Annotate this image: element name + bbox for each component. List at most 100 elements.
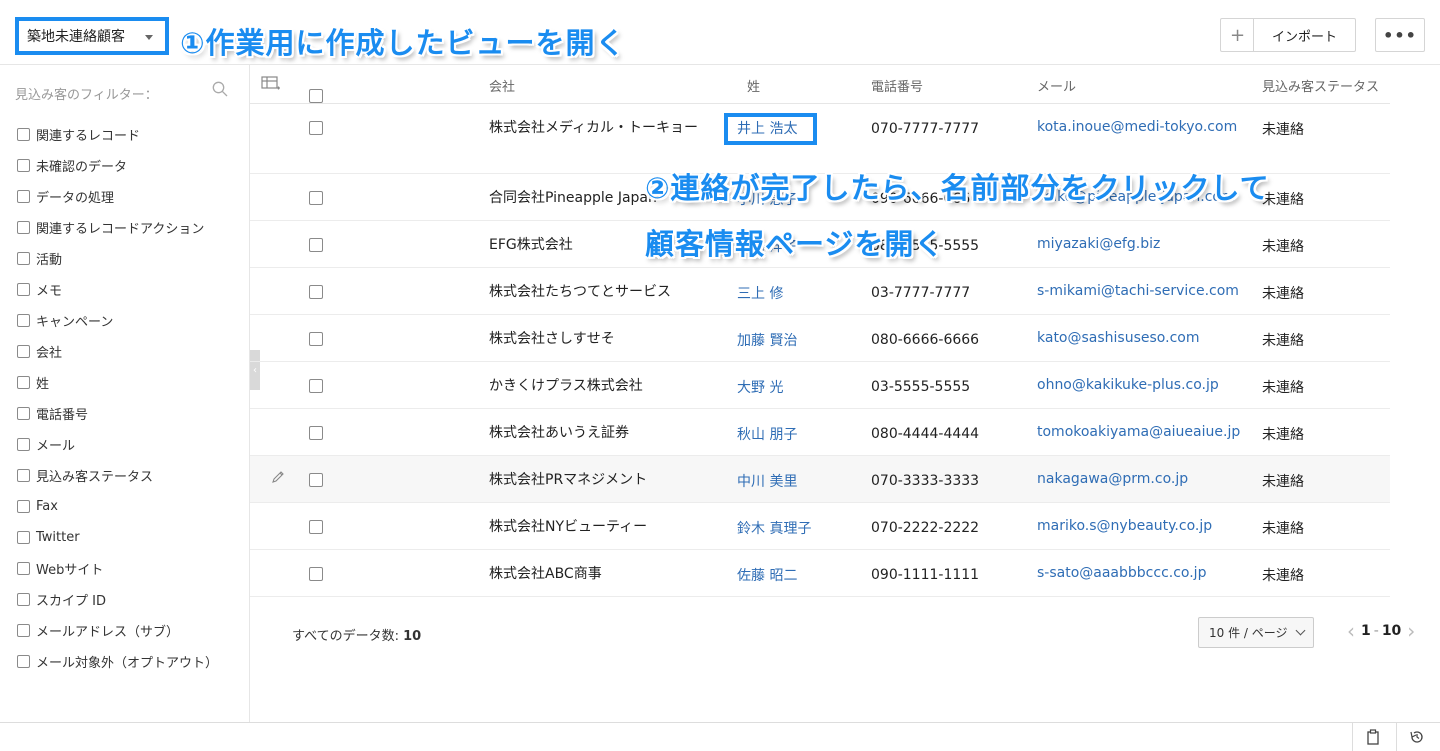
checkbox[interactable]	[309, 379, 323, 393]
cell-name-link[interactable]: 大野 光	[737, 377, 783, 397]
table-row[interactable]: 株式会社PRマネジメント 中川 美里 070-3333-3333 nakagaw…	[250, 456, 1390, 503]
cell-mail-link[interactable]: s-mikami@tachi-service.com	[1037, 283, 1239, 299]
checkbox[interactable]	[17, 283, 30, 296]
cell-name-link[interactable]: 中川 美里	[737, 471, 797, 491]
row-checkbox[interactable]	[309, 191, 329, 209]
checkbox[interactable]	[17, 190, 30, 203]
row-checkbox[interactable]	[309, 426, 329, 444]
table-row[interactable]: 株式会社あいうえ証券 秋山 朋子 080-4444-4444 tomokoaki…	[250, 409, 1390, 456]
column-header-status[interactable]: 見込み客ステータス	[1262, 76, 1379, 95]
history-button[interactable]	[1396, 723, 1436, 751]
checkbox[interactable]	[17, 624, 30, 637]
checkbox[interactable]	[309, 121, 323, 135]
per-page-select[interactable]: 10 件 / ページ	[1198, 617, 1314, 648]
edit-pencil-icon[interactable]	[271, 470, 285, 484]
view-selector[interactable]: 築地未連絡顧客	[15, 17, 169, 55]
clipboard-button[interactable]	[1352, 723, 1392, 751]
checkbox[interactable]	[17, 438, 30, 451]
filter-item[interactable]: 活動	[17, 243, 218, 274]
checkbox[interactable]	[309, 520, 323, 534]
checkbox[interactable]	[17, 407, 30, 420]
filter-item[interactable]: スカイプ ID	[17, 584, 218, 615]
row-checkbox[interactable]	[309, 567, 329, 585]
filter-item[interactable]: 関連するレコード	[17, 119, 218, 150]
checkbox[interactable]	[309, 285, 323, 299]
filter-item[interactable]: Twitter	[17, 522, 218, 553]
table-row[interactable]: かきくけプラス株式会社 大野 光 03-5555-5555 ohno@kakik…	[250, 362, 1390, 409]
filter-label: メモ	[36, 284, 63, 299]
cell-mail-link[interactable]: nakagawa@prm.co.jp	[1037, 471, 1188, 487]
table-row[interactable]: 株式会社ABC商事 佐藤 昭二 090-1111-1111 s-sato@aaa…	[250, 550, 1390, 597]
filter-item[interactable]: Webサイト	[17, 553, 218, 584]
checkbox[interactable]	[309, 473, 323, 487]
table-row[interactable]: 株式会社さしすせそ 加藤 賢治 080-6666-6666 kato@sashi…	[250, 315, 1390, 362]
checkbox[interactable]	[17, 221, 30, 234]
cell-name-link[interactable]: 井上 浩太	[737, 118, 797, 138]
table-row[interactable]: 株式会社NYビューティー 鈴木 真理子 070-2222-2222 mariko…	[250, 503, 1390, 550]
filter-item[interactable]: 電話番号	[17, 398, 218, 429]
checkbox[interactable]	[17, 531, 30, 544]
checkbox[interactable]	[309, 89, 323, 103]
filter-item[interactable]: 会社	[17, 336, 218, 367]
checkbox[interactable]	[309, 191, 323, 205]
checkbox[interactable]	[17, 376, 30, 389]
cell-mail-link[interactable]: s-sato@aaabbbccc.co.jp	[1037, 565, 1206, 581]
filter-item[interactable]: メール対象外（オプトアウト）	[17, 646, 218, 677]
checkbox[interactable]	[17, 345, 30, 358]
checkbox[interactable]	[17, 593, 30, 606]
row-checkbox[interactable]	[309, 332, 329, 350]
cell-name-link[interactable]: 加藤 賢治	[737, 330, 797, 350]
cell-mail-link[interactable]: kota.inoue@medi-tokyo.com	[1037, 119, 1237, 135]
checkbox[interactable]	[17, 252, 30, 265]
cell-name-link[interactable]: 秋山 朋子	[737, 424, 797, 444]
checkbox[interactable]	[17, 469, 30, 482]
filter-item[interactable]: メールアドレス（サブ）	[17, 615, 218, 646]
column-settings-icon[interactable]	[261, 75, 281, 93]
row-checkbox[interactable]	[309, 121, 329, 139]
cell-mail-link[interactable]: tomokoakiyama@aiueaiue.jp	[1037, 424, 1240, 440]
row-checkbox[interactable]	[309, 238, 329, 256]
cell-phone: 070-3333-3333	[871, 473, 980, 489]
checkbox[interactable]	[309, 238, 323, 252]
checkbox[interactable]	[17, 655, 30, 668]
pagination: ‹ 1-10 ›	[1347, 621, 1415, 641]
cell-name-link[interactable]: 三上 修	[737, 283, 783, 303]
prev-page-icon[interactable]: ‹	[1347, 621, 1355, 641]
column-header-phone[interactable]: 電話番号	[871, 76, 923, 95]
filter-item[interactable]: メモ	[17, 274, 218, 305]
cell-mail-link[interactable]: kato@sashisuseso.com	[1037, 330, 1199, 346]
cell-mail-link[interactable]: mariko.s@nybeauty.co.jp	[1037, 518, 1212, 534]
checkbox[interactable]	[17, 128, 30, 141]
search-icon[interactable]	[212, 81, 228, 97]
checkbox[interactable]	[17, 562, 30, 575]
checkbox[interactable]	[17, 500, 30, 513]
checkbox[interactable]	[17, 314, 30, 327]
add-button[interactable]: +	[1220, 18, 1254, 52]
filter-item[interactable]: キャンペーン	[17, 305, 218, 336]
cell-mail-link[interactable]: ohno@kakikuke-plus.co.jp	[1037, 377, 1219, 393]
filter-item[interactable]: Fax	[17, 491, 218, 522]
filter-item[interactable]: 関連するレコードアクション	[17, 212, 218, 243]
column-header-mail[interactable]: メール	[1037, 76, 1076, 95]
import-button[interactable]: インポート	[1253, 18, 1356, 52]
column-header-name[interactable]: 姓	[747, 76, 760, 95]
filter-item[interactable]: 未確認のデータ	[17, 150, 218, 181]
next-page-icon[interactable]: ›	[1407, 621, 1415, 641]
row-checkbox[interactable]	[309, 520, 329, 538]
filter-item[interactable]: 見込み客ステータス	[17, 460, 218, 491]
cell-name-link[interactable]: 佐藤 昭二	[737, 565, 797, 585]
filter-item[interactable]: メール	[17, 429, 218, 460]
table-row[interactable]: 株式会社たちつてとサービス 三上 修 03-7777-7777 s-mikami…	[250, 268, 1390, 315]
checkbox[interactable]	[17, 159, 30, 172]
more-options-button[interactable]: •••	[1375, 18, 1425, 52]
row-checkbox[interactable]	[309, 473, 329, 491]
checkbox[interactable]	[309, 332, 323, 346]
row-checkbox[interactable]	[309, 379, 329, 397]
checkbox[interactable]	[309, 426, 323, 440]
cell-name-link[interactable]: 鈴木 真理子	[737, 518, 811, 538]
checkbox[interactable]	[309, 567, 323, 581]
filter-item[interactable]: 姓	[17, 367, 218, 398]
column-header-company[interactable]: 会社	[489, 76, 515, 95]
row-checkbox[interactable]	[309, 285, 329, 303]
filter-item[interactable]: データの処理	[17, 181, 218, 212]
